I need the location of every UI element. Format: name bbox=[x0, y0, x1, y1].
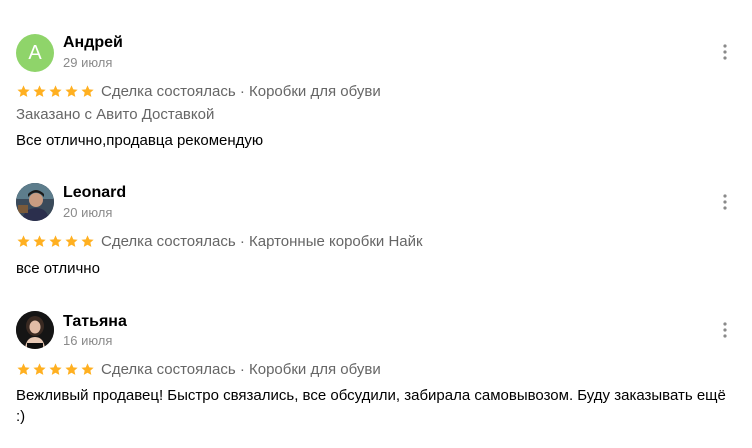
reviewer-name[interactable]: Татьяна bbox=[63, 313, 127, 331]
deal-info: Сделка состоялась · Картонные коробки На… bbox=[101, 232, 423, 250]
rating-row: Сделка состоялась · Коробки для обуви bbox=[16, 359, 381, 379]
review-text: все отлично bbox=[16, 260, 100, 277]
review-text: Вежливый продавец! Быстро связались, все… bbox=[16, 387, 726, 425]
more-options-button[interactable] bbox=[715, 42, 735, 62]
star-icon bbox=[49, 234, 62, 247]
rating-row: Сделка состоялась · Картонные коробки На… bbox=[16, 231, 423, 251]
review-date: 20 июля bbox=[63, 205, 113, 220]
deal-info: Сделка состоялась · Коробки для обуви bbox=[101, 82, 381, 100]
deal-info: Сделка состоялась · Коробки для обуви bbox=[101, 360, 381, 378]
avatar-letter: A bbox=[28, 41, 42, 64]
star-icon bbox=[81, 84, 94, 97]
delivery-note: Заказано с Авито Доставкой bbox=[16, 106, 215, 123]
review-date: 16 июля bbox=[63, 333, 113, 348]
star-icon bbox=[33, 84, 46, 97]
avatar[interactable] bbox=[16, 183, 54, 221]
reviewer-name[interactable]: Leonard bbox=[63, 184, 126, 202]
star-icon bbox=[17, 234, 30, 247]
reviewer-name[interactable]: Андрей bbox=[63, 34, 123, 52]
star-rating bbox=[16, 84, 95, 99]
star-rating bbox=[16, 362, 95, 377]
rating-row: Сделка состоялась · Коробки для обуви bbox=[16, 81, 381, 101]
star-icon bbox=[81, 234, 94, 247]
more-options-button[interactable] bbox=[715, 192, 735, 212]
review-date: 29 июля bbox=[63, 55, 113, 70]
review-text: Все отлично,продавца рекомендую bbox=[16, 132, 264, 149]
star-icon bbox=[65, 362, 78, 375]
star-icon bbox=[33, 234, 46, 247]
star-icon bbox=[49, 84, 62, 97]
star-icon bbox=[65, 84, 78, 97]
star-icon bbox=[65, 234, 78, 247]
avatar[interactable]: A bbox=[16, 34, 54, 72]
star-icon bbox=[17, 362, 30, 375]
star-rating bbox=[16, 234, 95, 249]
star-icon bbox=[81, 362, 94, 375]
star-icon bbox=[49, 362, 62, 375]
more-vertical-icon bbox=[723, 44, 727, 60]
more-options-button[interactable] bbox=[715, 320, 735, 340]
more-vertical-icon bbox=[723, 322, 727, 338]
avatar[interactable] bbox=[16, 311, 54, 349]
more-vertical-icon bbox=[723, 194, 727, 210]
avatar-photo-icon bbox=[16, 311, 54, 349]
star-icon bbox=[33, 362, 46, 375]
avatar-photo-icon bbox=[16, 183, 54, 221]
star-icon bbox=[17, 84, 30, 97]
